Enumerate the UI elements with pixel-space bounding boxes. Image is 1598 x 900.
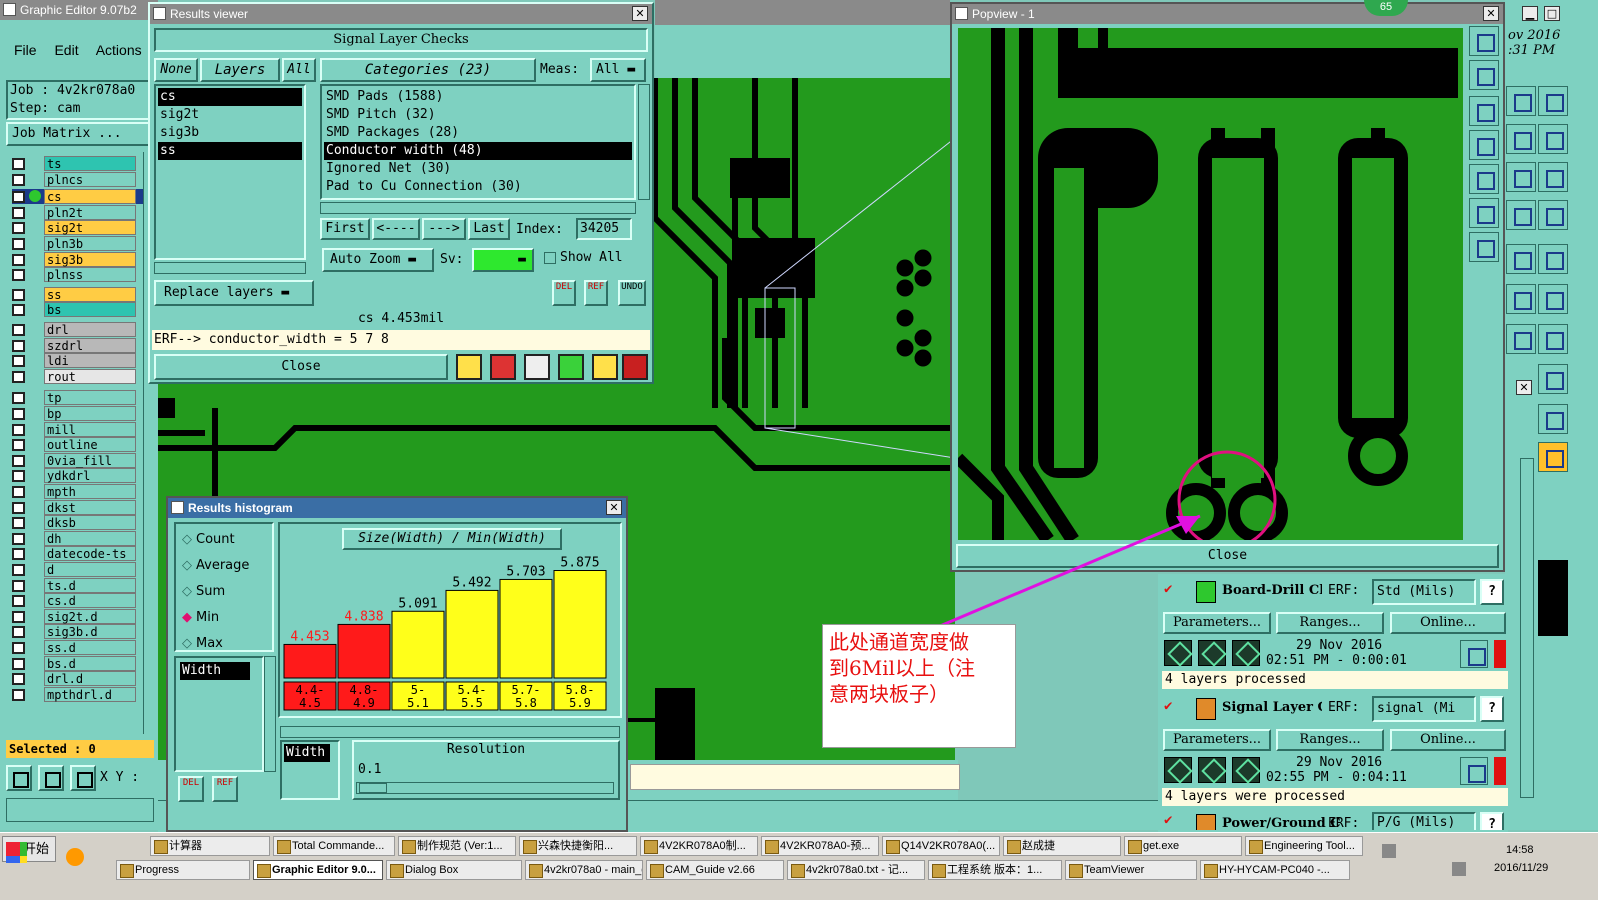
windows-icon [6, 842, 20, 856]
taskbar-button[interactable]: TeamViewer [1065, 860, 1197, 880]
start-button[interactable]: 开始 [2, 836, 56, 862]
annotation-arrow [939, 514, 1201, 628]
taskbar-button[interactable]: 4V2KR078A0制... [640, 836, 758, 856]
taskbar-button[interactable]: 4v2kr078a0 - main_qa [525, 860, 643, 880]
tray-time: 14:58 [1506, 844, 1534, 856]
taskbar-button[interactable]: 兴森快捷衡阳... [519, 836, 637, 856]
taskbar-button[interactable]: Dialog Box [386, 860, 522, 880]
volume-icon[interactable] [1452, 862, 1466, 876]
start-label: 开始 [23, 841, 50, 856]
taskbar-button[interactable]: Total Commande... [273, 836, 395, 856]
taskbar-button[interactable]: 赵成捷 [1003, 836, 1121, 856]
taskbar-button[interactable]: get.exe [1124, 836, 1242, 856]
taskbar-button[interactable]: 工程系统 版本：1... [928, 860, 1062, 880]
tray-date: 2016/11/29 [1494, 862, 1549, 874]
tray: 14:58 2016/11/29 [1378, 836, 1598, 900]
taskbar-button[interactable]: HY-HYCAM-PC040 -... [1200, 860, 1350, 880]
taskbar-button[interactable]: Graphic Editor 9.0... [253, 860, 383, 880]
annotation-box: 此处通道宽度做 到6Mil以上（注 意两块板子） [822, 624, 1016, 748]
taskbar-button[interactable]: Engineering Tool... [1245, 836, 1363, 856]
annotation-line-2: 到6Mil以上（注 [829, 656, 975, 680]
network-icon[interactable] [1382, 844, 1396, 858]
taskbar-button[interactable]: Progress [116, 860, 250, 880]
quick-launch-icon[interactable] [66, 848, 84, 866]
taskbar-button[interactable]: 4v2kr078a0.txt - 记... [787, 860, 925, 880]
taskbar-button[interactable]: Q14V2KR078A0(... [882, 836, 1000, 856]
taskbar-button[interactable]: CAM_Guide v2.66 [646, 860, 784, 880]
annotation-line-1: 此处通道宽度做 [829, 630, 969, 654]
annotation-line-3: 意两块板子） [829, 682, 949, 706]
taskbar-button[interactable]: 计算器 [150, 836, 270, 856]
taskbar-button[interactable]: 制作规范 (Ver:1... [398, 836, 516, 856]
taskbar-button[interactable]: 4V2KR078A0-预... [761, 836, 879, 856]
